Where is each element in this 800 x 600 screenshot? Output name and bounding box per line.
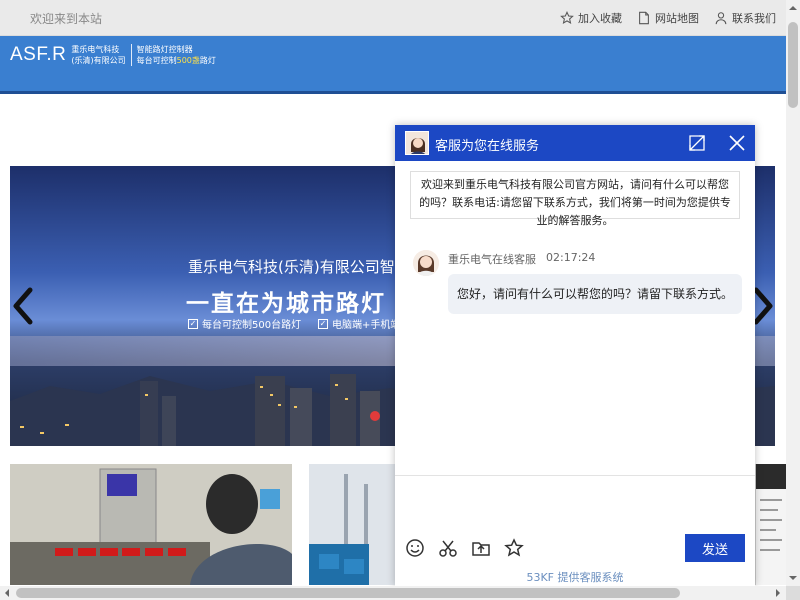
star-icon <box>560 11 574 24</box>
site-logo[interactable]: ASF.R 重乐电气科技 (乐清)有限公司 智能路灯控制器 每台可控制500盏路… <box>10 44 216 66</box>
banner-feature-1: ✓ 每台可控制500台路灯 <box>188 316 301 331</box>
message-meta: 重乐电气在线客服 02:17:24 <box>448 251 595 267</box>
agent-avatar-small <box>405 131 429 155</box>
product-image-testing[interactable] <box>10 464 292 585</box>
check-icon: ✓ <box>318 318 328 329</box>
logo-company-name: 重乐电气科技 (乐清)有限公司 <box>71 44 125 66</box>
horizontal-scroll-thumb[interactable] <box>16 588 680 598</box>
banner-feature-1-label: 每台可控制500台路灯 <box>202 320 302 331</box>
horizontal-scrollbar[interactable] <box>0 586 786 600</box>
chat-toolbar <box>405 538 524 558</box>
powered-by-text: 53KF 提供客服系统 <box>526 571 624 584</box>
emoji-icon[interactable] <box>405 538 425 558</box>
logo-mark: ASF.R <box>10 44 67 65</box>
scroll-up-arrow-icon[interactable] <box>789 2 797 10</box>
product-image-document[interactable] <box>755 464 786 585</box>
send-button[interactable]: 发送 <box>685 534 745 562</box>
site-header: ASF.R 重乐电气科技 (乐清)有限公司 智能路灯控制器 每台可控制500盏路… <box>0 36 786 94</box>
welcome-text: 欢迎来到本站 <box>30 12 103 26</box>
scroll-right-arrow-icon[interactable] <box>776 589 784 597</box>
agent-face-icon <box>413 250 439 276</box>
tagline-line-2: 每台可控制500盏路灯 <box>137 55 216 66</box>
check-icon: ✓ <box>188 318 198 329</box>
chat-title: 客服为您在线服务 <box>435 139 540 154</box>
upload-folder-icon[interactable] <box>471 538 491 558</box>
logo-divider <box>130 44 132 66</box>
chat-header[interactable]: 客服为您在线服务 <box>395 125 755 161</box>
site-map-link[interactable]: 网站地图 <box>637 10 699 26</box>
user-icon <box>715 12 727 25</box>
top-bar: 欢迎来到本站 加入收藏 网站地图 联系我们 <box>0 0 786 36</box>
lab-testing-photo <box>10 464 292 585</box>
banner-feature-2: ✓ 电脑端+手机端 <box>318 316 400 331</box>
chat-notice: 欢迎来到重乐电气科技有限公司官方网站，请问有什么可以帮您的吗？联系电话:请您留下… <box>410 171 740 227</box>
banner-slogan: 一直在为城市路灯 <box>186 291 386 317</box>
add-favorite-label: 加入收藏 <box>578 12 622 25</box>
contact-us-label: 联系我们 <box>732 12 776 25</box>
banner-next-arrow-icon[interactable] <box>752 286 776 326</box>
certificate-photo <box>756 464 786 585</box>
tagline-pre: 每台可控制 <box>136 56 177 65</box>
company-line-1: 重乐电气科技 <box>71 45 120 54</box>
star-icon[interactable] <box>504 538 524 558</box>
scissors-icon[interactable] <box>438 538 458 558</box>
message-time: 02:17:24 <box>546 251 596 264</box>
tagline-post: 路灯 <box>199 56 216 65</box>
agent-name: 重乐电气在线客服 <box>448 253 536 266</box>
agent-avatar <box>413 250 439 276</box>
product-image-workshop[interactable] <box>309 464 399 585</box>
add-favorite-link[interactable]: 加入收藏 <box>560 10 622 26</box>
chat-window: 客服为您在线服务 欢迎来到重乐电气科技有限公司官方网站，请问有什么可以帮您的吗？… <box>395 125 755 586</box>
banner-company: 重乐电气科技(乐清)有限公司智 <box>188 258 395 276</box>
contact-us-link[interactable]: 联系我们 <box>714 10 776 26</box>
banner-feature-2-label: 电脑端+手机端 <box>332 320 401 331</box>
scrollbar-corner <box>786 586 800 600</box>
chat-input-divider <box>395 475 755 476</box>
agent-portrait-icon <box>406 132 428 154</box>
agent-message: 您好，请问有什么可以帮您的吗？请留下联系方式。 <box>448 274 743 314</box>
banner-prev-arrow-icon[interactable] <box>10 286 34 326</box>
logo-tagline: 智能路灯控制器 每台可控制500盏路灯 <box>137 44 216 66</box>
company-line-2: (乐清)有限公司 <box>71 56 126 65</box>
scroll-left-arrow-icon[interactable] <box>1 589 9 597</box>
scroll-down-arrow-icon[interactable] <box>789 576 797 584</box>
document-icon <box>639 11 649 25</box>
maximize-icon[interactable] <box>687 133 707 153</box>
workshop-photo <box>309 464 399 585</box>
vertical-scroll-thumb[interactable] <box>788 22 798 108</box>
vertical-scrollbar[interactable] <box>786 0 800 586</box>
tagline-highlight: 500盏 <box>176 56 200 65</box>
site-map-label: 网站地图 <box>655 12 699 25</box>
close-icon[interactable] <box>727 133 747 153</box>
tagline-line-1: 智能路灯控制器 <box>136 45 193 54</box>
